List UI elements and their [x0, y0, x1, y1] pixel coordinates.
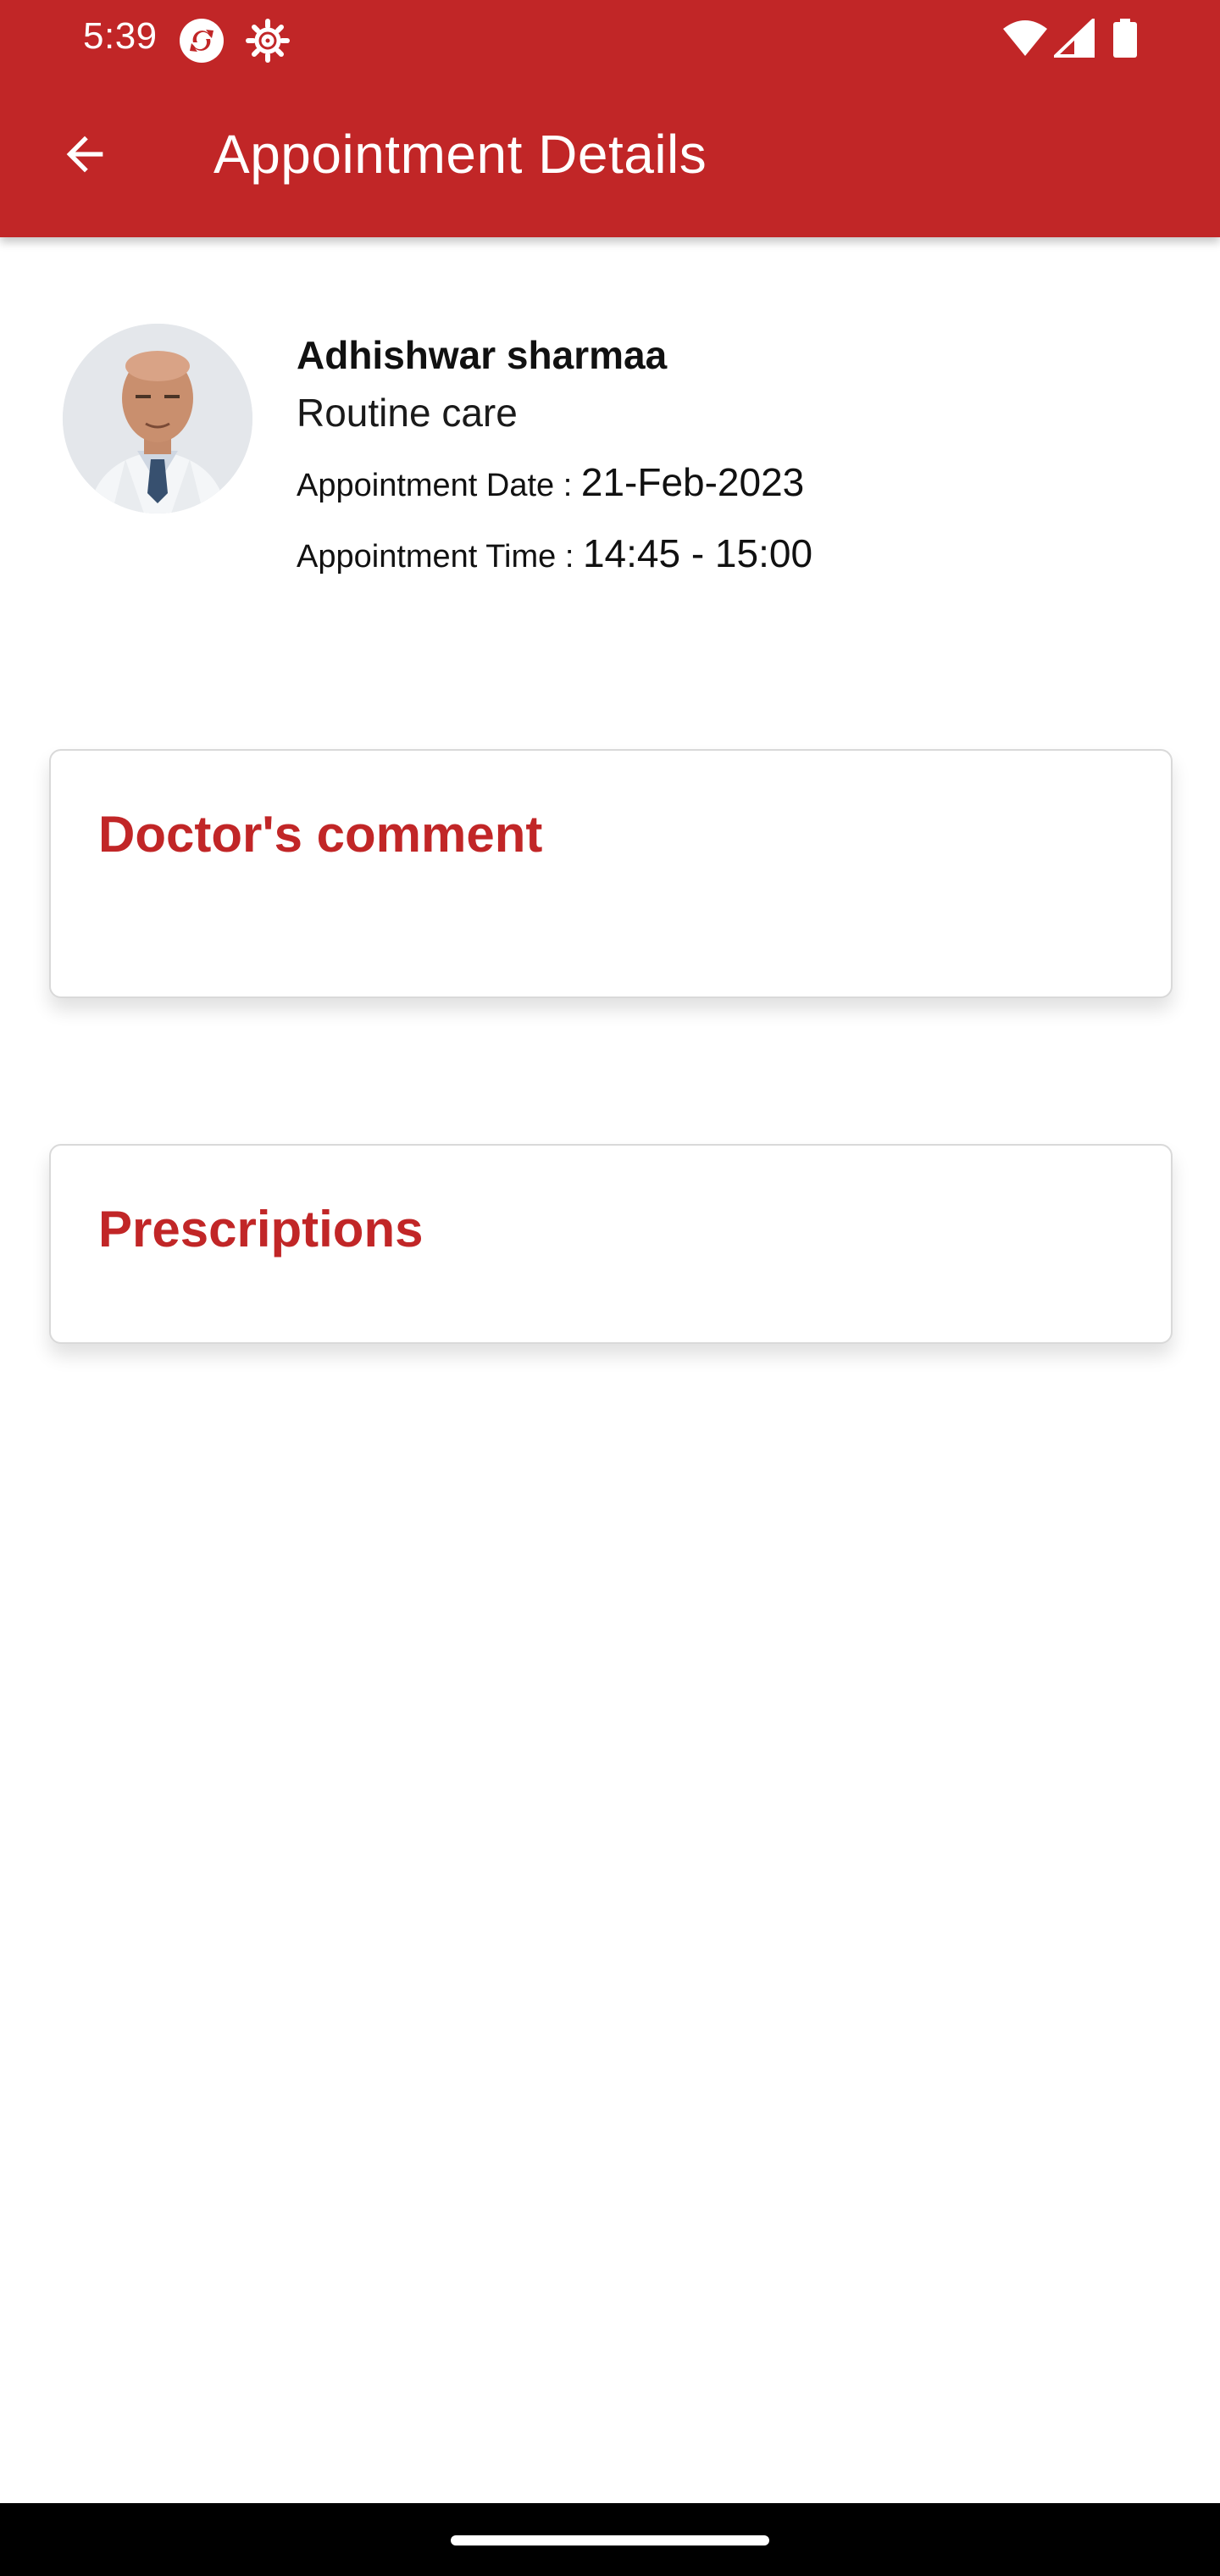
back-button[interactable] [44, 119, 125, 190]
doctor-comment-card[interactable]: Doctor's comment [49, 749, 1173, 998]
home-indicator[interactable] [451, 2535, 769, 2545]
doctor-avatar [63, 324, 252, 514]
prescriptions-card[interactable]: Prescriptions [49, 1144, 1173, 1344]
status-time: 5:39 [83, 15, 158, 57]
page-title: Appointment Details [214, 124, 707, 185]
battery-icon [1112, 19, 1139, 62]
appointment-date-row: Appointment Date : 21-Feb-2023 [297, 459, 804, 505]
doctor-name: Adhishwar sharmaa [297, 333, 668, 377]
prescriptions-title: Prescriptions [98, 1201, 424, 1257]
gear-notification-icon [244, 17, 291, 69]
appointment-time-row: Appointment Time : 14:45 - 15:00 [297, 530, 812, 576]
arrow-left-icon [66, 136, 103, 173]
visit-type: Routine care [297, 391, 518, 435]
doctor-profile: Adhishwar sharmaa Routine care Appointme… [0, 237, 1220, 627]
appointment-date-label: Appointment Date : [297, 468, 581, 503]
sync-app-icon [178, 17, 225, 69]
cellular-signal-icon [1051, 16, 1095, 62]
app-bar: 5:39 Appointment Details [0, 0, 1220, 237]
wifi-icon [1001, 19, 1049, 62]
appointment-date-value: 21-Feb-2023 [580, 460, 805, 504]
appointment-time-label: Appointment Time : [297, 539, 583, 575]
status-bar: 5:39 [0, 0, 1220, 81]
appointment-time-value: 14:45 - 15:00 [582, 531, 813, 575]
system-navigation-bar [0, 2503, 1220, 2576]
doctor-comment-title: Doctor's comment [98, 806, 543, 863]
